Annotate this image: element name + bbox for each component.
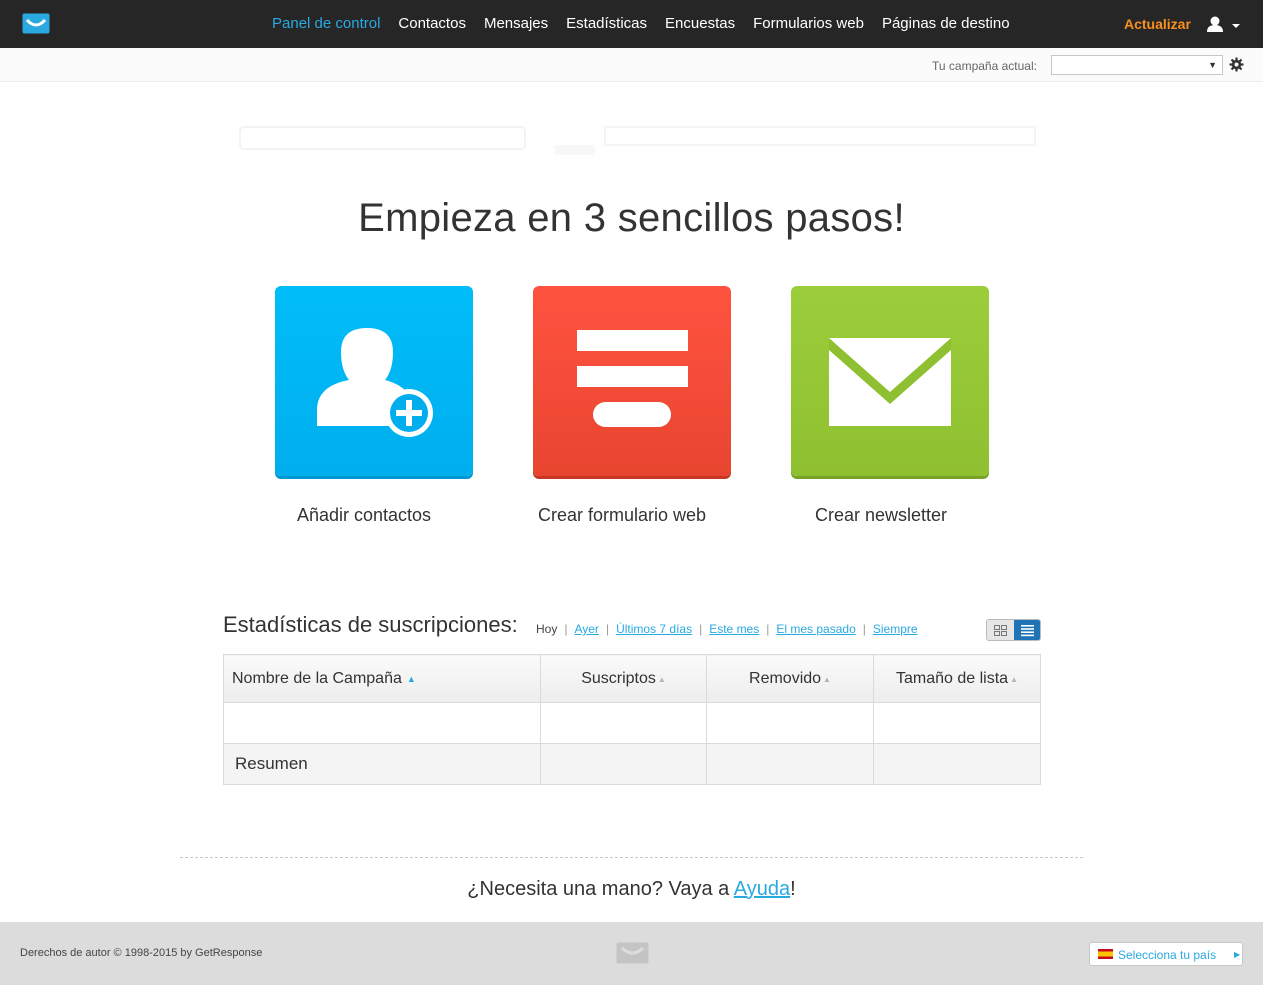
separator: |: [862, 622, 866, 636]
nav-item-contacts[interactable]: Contactos: [389, 0, 475, 48]
chevron-down-icon: [1232, 24, 1240, 28]
create-web-form-tile[interactable]: [533, 286, 731, 476]
table-cell: [873, 743, 1041, 785]
add-contacts-tile[interactable]: [275, 286, 473, 476]
add-contact-icon: [317, 328, 433, 437]
nav-item-landing-pages[interactable]: Páginas de destino: [873, 0, 1019, 48]
campaign-label: Tu campaña actual:: [932, 59, 1037, 73]
view-toggle: [986, 619, 1041, 641]
campaign-select[interactable]: ▼: [1051, 55, 1223, 75]
subscription-stats-title: Estadísticas de suscripciones:: [223, 612, 518, 637]
period-this-month[interactable]: Este mes: [709, 622, 759, 636]
table-cell: [706, 702, 874, 744]
decorative-banner: [239, 126, 1036, 155]
help-text: ¿Necesita una mano? Vaya a Ayuda!: [467, 878, 796, 900]
nav-item-messages[interactable]: Mensajes: [475, 0, 557, 48]
separator: |: [605, 622, 610, 636]
envelope-icon: [829, 338, 951, 426]
separator: |: [564, 622, 568, 636]
table-cell: [540, 702, 707, 744]
copyright-text: Derechos de autor © 1998-2015 by GetResp…: [20, 947, 263, 959]
create-newsletter-label[interactable]: Crear newsletter: [751, 505, 1011, 526]
subscription-stats-table: Nombre de la Campaña ▲ Suscriptos ▲ Removi…: [223, 654, 1041, 785]
sort-icon: ▲: [657, 674, 666, 684]
list-view-icon: [1021, 625, 1034, 637]
getresponse-footer-logo-icon: [616, 942, 649, 964]
dropdown-arrow-icon: ▼: [1208, 60, 1217, 70]
table-header-row: Nombre de la Campaña ▲ Suscriptos ▲ Removi…: [223, 654, 1041, 703]
user-icon: [1207, 16, 1223, 32]
separator: |: [699, 622, 703, 636]
main-nav: Panel de control Contactos Mensajes Esta…: [263, 0, 1019, 48]
create-newsletter-tile[interactable]: [791, 286, 989, 476]
column-header-list-size[interactable]: Tamaño de lista ▲: [873, 654, 1041, 703]
nav-item-dashboard[interactable]: Panel de control: [263, 0, 389, 48]
help-link[interactable]: Ayuda: [734, 878, 790, 900]
separator: |: [766, 622, 770, 636]
period-last-7-days[interactable]: Últimos 7 días: [616, 622, 692, 636]
page-title: Empieza en 3 sencillos pasos!: [358, 196, 905, 240]
nav-item-statistics[interactable]: Estadísticas: [557, 0, 656, 48]
period-last-month[interactable]: El mes pasado: [776, 622, 855, 636]
top-navigation-bar: Panel de control Contactos Mensajes Esta…: [0, 0, 1263, 48]
nav-item-surveys[interactable]: Encuestas: [656, 0, 744, 48]
grid-view-icon: [994, 625, 1007, 636]
footer: Derechos de autor © 1998-2015 by GetResp…: [0, 922, 1263, 985]
spain-flag-icon: [1098, 949, 1113, 959]
user-account-menu[interactable]: [1206, 15, 1244, 35]
create-web-form-label[interactable]: Crear formulario web: [492, 505, 752, 526]
column-header-subscribers[interactable]: Suscriptos ▲: [540, 654, 707, 703]
table-cell: [223, 702, 541, 744]
grid-view-button[interactable]: [987, 620, 1014, 640]
period-filter: Hoy | Ayer | Últimos 7 días | Este mes |…: [536, 622, 918, 636]
nav-item-web-forms[interactable]: Formularios web: [744, 0, 873, 48]
sort-icon: ▲: [1010, 674, 1018, 684]
period-yesterday[interactable]: Ayer: [574, 622, 598, 636]
summary-label: Resumen: [223, 743, 541, 785]
country-selector-button[interactable]: Selecciona tu país ▶: [1089, 942, 1243, 966]
period-today[interactable]: Hoy: [536, 622, 557, 636]
period-always[interactable]: Siempre: [873, 622, 918, 636]
getresponse-logo-icon[interactable]: [22, 13, 50, 34]
upgrade-link[interactable]: Actualizar: [1124, 0, 1191, 48]
summary-row: Resumen: [223, 743, 1041, 785]
table-cell: [873, 702, 1041, 744]
table-cell: [540, 743, 707, 785]
campaign-bar: Tu campaña actual: ▼: [0, 48, 1263, 82]
caret-right-icon: ▶: [1234, 950, 1241, 959]
column-header-removed[interactable]: Removido ▲: [706, 654, 874, 703]
add-contacts-label[interactable]: Añadir contactos: [234, 505, 494, 526]
table-row: [223, 702, 1041, 744]
sort-ascending-icon: ▲: [406, 673, 416, 684]
country-selector-label: Selecciona tu país: [1118, 948, 1217, 962]
divider: [180, 857, 1083, 858]
table-cell: [706, 743, 874, 785]
gear-icon[interactable]: [1229, 57, 1244, 72]
web-form-icon: [577, 330, 688, 427]
list-view-button[interactable]: [1014, 620, 1040, 640]
sort-icon: ▲: [823, 674, 831, 684]
column-header-campaign-name[interactable]: Nombre de la Campaña ▲: [223, 654, 541, 703]
